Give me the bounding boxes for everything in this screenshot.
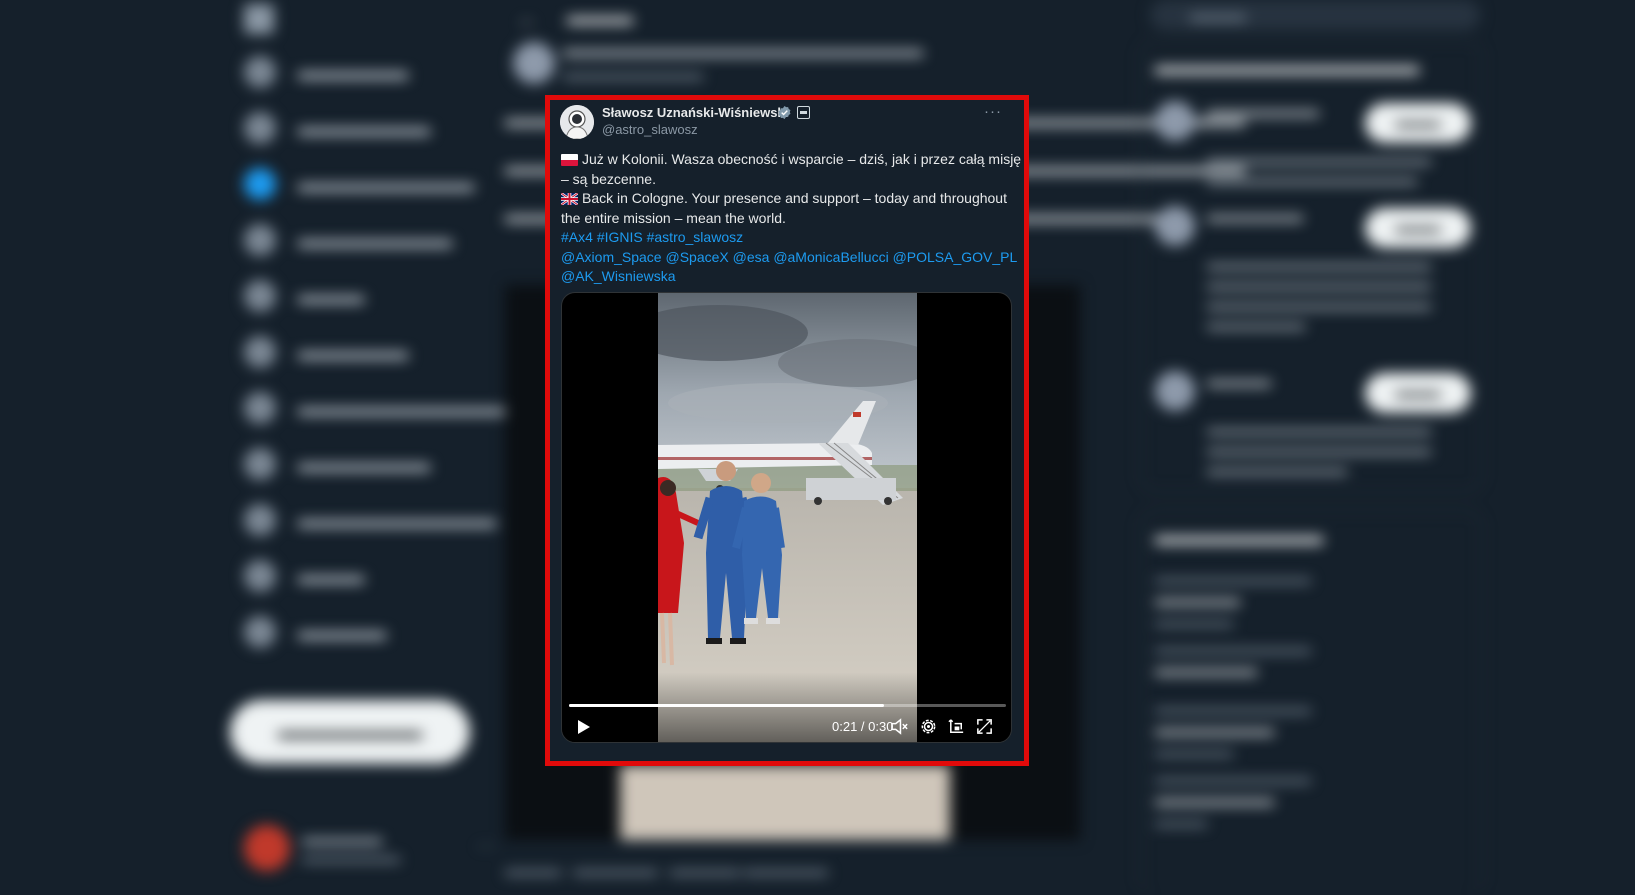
search-input: ▬▬▬▬: [1150, 0, 1480, 30]
hashtag-link[interactable]: #Ax4: [561, 229, 593, 245]
author-avatar[interactable]: [560, 105, 594, 139]
avatar: [513, 42, 555, 84]
mention-link[interactable]: @Axiom_Space: [561, 249, 662, 265]
text-pl-line-2: – są bezcenne.: [561, 170, 656, 187]
text-en-line-1: Back in Cologne. Your presence and suppo…: [582, 190, 1007, 206]
video-progress-fill: [569, 704, 884, 707]
affiliation-badge-icon[interactable]: [797, 106, 810, 119]
mention-link[interactable]: @POLSA_GOV_PL: [893, 249, 1018, 265]
author-name[interactable]: Sławosz Uznański-Wiśniewski: [602, 105, 788, 120]
controls-overlay: [562, 672, 1011, 742]
mail-icon: [244, 224, 276, 256]
hashtag-link[interactable]: #astro_slawosz: [647, 229, 744, 245]
text-en-line-2: the entire mission – mean the world.: [561, 209, 786, 226]
mention-link[interactable]: @esa: [733, 249, 770, 265]
avatar: [244, 825, 290, 871]
communities-icon: [244, 392, 276, 424]
nav-item: ▬▬▬▬▬: [244, 52, 408, 92]
nav-item: ▬▬▬▬▬▬▬▬▬: [244, 500, 496, 540]
tweet-text: Już w Kolonii. Wasza obecność i wsparcie…: [561, 150, 1021, 287]
fullscreen-icon[interactable]: [975, 717, 994, 736]
nav-item: ▬▬▬▬▬▬▬: [244, 220, 452, 260]
nav-item: ▬▬▬▬▬▬▬▬▬▬: [244, 388, 518, 428]
back-arrow-icon: ←: [517, 6, 539, 31]
premium-icon: [244, 448, 276, 480]
uk-flag-icon: [561, 193, 578, 205]
grok-icon: [244, 280, 276, 312]
text-pl-line-1: Już w Kolonii. Wasza obecność i wsparcie…: [582, 151, 1022, 167]
volume-muted-icon[interactable]: [890, 717, 909, 736]
x-logo-icon: [244, 4, 274, 34]
play-icon[interactable]: [574, 718, 592, 736]
trends-panel: ▬▬▬▬▬▬▬ ▬▬▬▬▬▬▬▬▬▬▬▬ ▬▬▬▬▬ ▬▬▬▬▬▬ ▬▬▬▬▬▬▬▬…: [1140, 510, 1482, 895]
video-player[interactable]: 0:21 / 0:30: [561, 292, 1012, 743]
more-circle-icon: [244, 616, 276, 648]
nav-item: ▬▬▬▬: [244, 612, 386, 652]
more-options-icon[interactable]: ···: [984, 103, 1002, 120]
settings-gear-icon[interactable]: [919, 717, 938, 736]
video-time: 0:21 / 0:30: [832, 719, 894, 734]
picture-in-picture-icon[interactable]: [947, 717, 966, 736]
search-icon: [244, 112, 276, 144]
mention-link[interactable]: @AK_Wisniewska: [561, 268, 676, 284]
hashtags-line: #Ax4 #IGNIS #astro_slawosz: [561, 228, 1011, 248]
nav-item: ▬▬▬▬▬▬: [244, 444, 430, 484]
nav-item: ▬▬▬: [244, 556, 364, 596]
mention-link[interactable]: @SpaceX: [665, 249, 728, 265]
who-to-follow-panel: ▬▬▬▬▬▬▬▬▬▬▬ ▬▬▬▬▬▬▬ ▬▬▬ ▬▬▬▬▬▬▬▬▬▬▬▬▬▬▬▬ ▬▬…: [1140, 40, 1482, 492]
poland-flag-icon: [561, 154, 578, 166]
home-icon: [244, 56, 276, 88]
video-progress-bar[interactable]: [569, 704, 1006, 707]
nav-item: ▬▬▬▬▬▬: [244, 108, 430, 148]
nav-item: ▬▬▬▬▬▬▬▬: [244, 164, 474, 204]
verified-badge-icon: [778, 105, 791, 120]
mention-link[interactable]: @aMonicaBellucci: [773, 249, 888, 265]
highlighted-tweet[interactable]: Sławosz Uznański-Wiśniewski @astro_slawo…: [545, 95, 1029, 766]
mentions-line: @Axiom_Space @SpaceX @esa @aMonicaBelluc…: [561, 248, 1017, 268]
nav-item: ▬▬▬: [244, 276, 364, 316]
organizations-icon: [244, 504, 276, 536]
bell-icon: [244, 168, 276, 200]
author-handle[interactable]: @astro_slawosz: [602, 122, 698, 137]
lists-icon: [244, 336, 276, 368]
profile-icon: [244, 560, 276, 592]
post-button: ▬▬▬▬▬▬▬▬: [230, 700, 470, 764]
nav-item: ▬▬▬▬▬: [244, 332, 408, 372]
hashtag-link[interactable]: #IGNIS: [597, 229, 643, 245]
account-switcher: ▬▬▬▬▬ ▬▬▬▬▬▬▬ ···: [244, 825, 496, 871]
